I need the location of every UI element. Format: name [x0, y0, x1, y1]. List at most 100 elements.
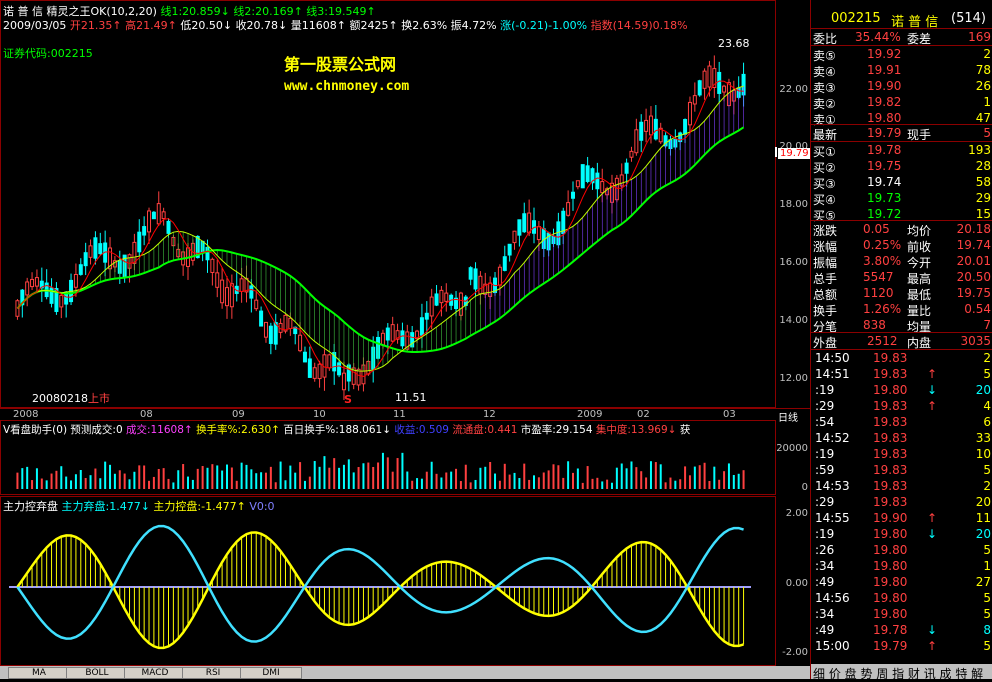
tick-volume: 5: [983, 639, 991, 653]
candlestick-chart-pane[interactable]: 诺 普 信 精灵之王OK(10,2,20) 线1:20.859↓ 线2:20.1…: [0, 0, 777, 408]
volume-axis: 20000 10000 0: [776, 420, 810, 495]
candle-body: [25, 281, 30, 296]
volume-value: 量11608↑: [290, 19, 346, 32]
candle-body: [220, 279, 225, 304]
tick-price: 19.83: [873, 463, 908, 477]
tick-row[interactable]: :34 19.80 5: [811, 606, 992, 622]
volume-pane[interactable]: V看盘助手(0) 预测成交:0 成交:11608↑ 换手率%:2.630↑ 百日…: [0, 420, 776, 495]
tick-row[interactable]: 14:50 19.83 2: [811, 350, 992, 366]
tick-row[interactable]: 14:56 19.80 5: [811, 590, 992, 606]
bid-row[interactable]: 买① 19.78 193: [811, 142, 992, 159]
candle-body: [298, 334, 303, 352]
osc-tick: 2.00: [785, 508, 808, 519]
stock-number: (514): [951, 11, 986, 26]
time-tick: 11: [393, 409, 406, 420]
bid-row[interactable]: 买③ 19.74 58: [811, 174, 992, 191]
stat-row[interactable]: 分笔 838 均量 7: [811, 317, 992, 334]
tick-volume: 5: [983, 543, 991, 557]
stat-row[interactable]: 振幅 3.80% 今开 20.01: [811, 253, 992, 270]
tick-row[interactable]: 15:00 19.79 ↑ 5: [811, 638, 992, 654]
tick-volume: 10: [975, 447, 991, 461]
stat-value: 1120: [863, 286, 894, 300]
time-tick: 08: [140, 409, 153, 420]
tick-row[interactable]: 14:52 19.83 33: [811, 430, 992, 446]
tab-macd[interactable]: MACD: [124, 667, 186, 679]
tab-ma[interactable]: MA: [8, 667, 70, 679]
quote-footer-tabs[interactable]: 细 价 盘 势 周 指 财 讯 成 特 解: [811, 664, 992, 681]
oscillator-axis: 2.00 0.00 -2.00: [776, 496, 810, 666]
candle-body: [692, 95, 697, 105]
tick-row[interactable]: :54 19.83 6: [811, 414, 992, 430]
tick-volume: 2: [983, 479, 991, 493]
bid-row[interactable]: 买④ 19.73 29: [811, 190, 992, 207]
candle-body: [288, 317, 293, 330]
candle-body: [687, 101, 692, 126]
stat-row[interactable]: 换手 1.26% 量比 0.54: [811, 301, 992, 318]
candle-body: [497, 266, 502, 286]
candle-body: [658, 127, 663, 143]
tick-row[interactable]: 14:51 19.83 ↑ 5: [811, 366, 992, 382]
tick-row[interactable]: :19 19.80 ↓ 20: [811, 382, 992, 398]
ask-volume: 26: [975, 79, 991, 93]
tick-arrow: ↓: [927, 527, 938, 541]
candle-body: [697, 80, 702, 96]
stat-row[interactable]: 涨幅 0.25% 前收 19.74: [811, 237, 992, 254]
tick-row[interactable]: :26 19.80 5: [811, 542, 992, 558]
candle-body: [390, 324, 395, 342]
tab-boll[interactable]: BOLL: [66, 667, 128, 679]
tick-price: 19.80: [873, 527, 908, 541]
oscillator-chart[interactable]: [1, 497, 777, 667]
current-price-tag: 19.79: [778, 148, 811, 159]
tick-volume: 8: [983, 623, 991, 637]
ask-volume: 2: [983, 47, 991, 61]
tick-volume: 27: [975, 575, 991, 589]
tick-row[interactable]: :29 19.83 20: [811, 494, 992, 510]
price-tick: 22.00: [779, 84, 808, 95]
tick-row[interactable]: :49 19.80 27: [811, 574, 992, 590]
tick-volume: 5: [983, 367, 991, 381]
candle-body: [259, 310, 264, 327]
candle-body: [527, 212, 532, 234]
bid-price: 19.78: [867, 143, 902, 157]
osc-tick: -2.00: [782, 647, 808, 658]
tick-price: 19.83: [873, 479, 908, 493]
ask-row[interactable]: 卖② 19.82 1: [811, 94, 992, 111]
candle-body: [702, 70, 707, 89]
ask-row[interactable]: 卖④ 19.91 78: [811, 62, 992, 79]
candle-body: [580, 164, 585, 189]
time-tick: 12: [483, 409, 496, 420]
tick-row[interactable]: :19 19.80 ↓ 20: [811, 526, 992, 542]
bid-row[interactable]: 买② 19.75 28: [811, 158, 992, 175]
ask-row[interactable]: 卖⑤ 19.92 2: [811, 46, 992, 63]
tick-time: 14:51: [815, 367, 850, 381]
latest-row: 最新 19.79 现手 5: [813, 126, 991, 142]
candle-body: [439, 289, 444, 304]
stat-value: 5547: [863, 270, 894, 284]
tick-row[interactable]: 14:55 19.90 ↑ 11: [811, 510, 992, 526]
tick-time: 14:52: [815, 431, 850, 445]
security-code-label: 证券代码:002215: [3, 47, 93, 60]
tick-price: 19.83: [873, 399, 908, 413]
tab-rsi[interactable]: RSI: [182, 667, 244, 679]
tick-time: :19: [815, 447, 835, 461]
ask-row[interactable]: 卖③ 19.90 26: [811, 78, 992, 95]
tick-row[interactable]: :19 19.83 10: [811, 446, 992, 462]
control-value: 主力控盘:-1.477↑: [153, 500, 246, 513]
stat-value: 20.01: [956, 254, 991, 268]
osc-tick: 0.00: [785, 578, 808, 589]
stat-row[interactable]: 总手 5547 最高 20.50: [811, 269, 992, 286]
candle-body: [570, 191, 575, 199]
tick-row[interactable]: :49 19.78 ↓ 8: [811, 622, 992, 638]
ohlc-info-line: 2009/03/05 开21.35↑ 高21.49↑ 低20.50↓ 收20.7…: [3, 17, 688, 33]
tick-row[interactable]: 14:53 19.83 2: [811, 478, 992, 494]
tick-row[interactable]: :29 19.83 ↑ 4: [811, 398, 992, 414]
stat-row[interactable]: 总额 1120 最低 19.75: [811, 285, 992, 302]
tab-dmi[interactable]: DMI: [240, 667, 302, 679]
oscillator-pane[interactable]: 主力控弃盘 主力弃盘:1.477↓ 主力控盘:-1.477↑ V0:0: [0, 496, 776, 666]
tick-row[interactable]: :59 19.83 5: [811, 462, 992, 478]
tick-row[interactable]: :34 19.80 1: [811, 558, 992, 574]
tick-price: 19.83: [873, 351, 908, 365]
candle-body: [585, 165, 590, 182]
stat-row[interactable]: 涨跌 0.05 均价 20.18: [811, 221, 992, 238]
price-tick: 14.00: [779, 315, 808, 326]
